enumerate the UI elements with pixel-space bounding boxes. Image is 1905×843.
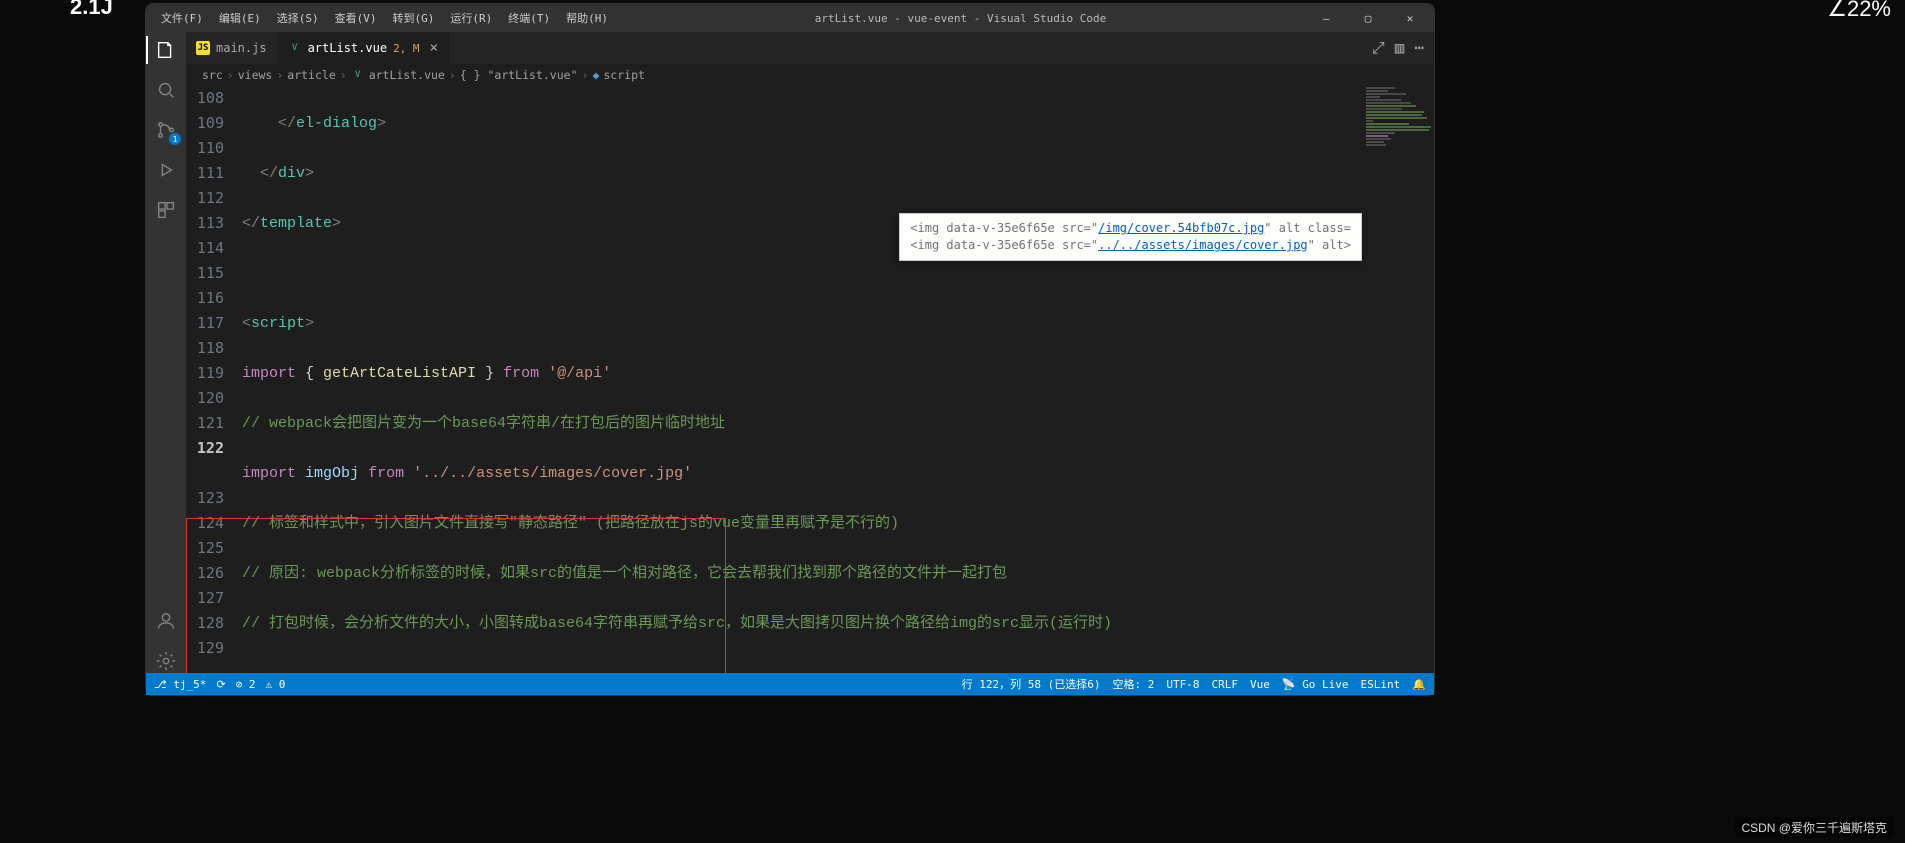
notifications-icon[interactable]: 🔔 [1412, 678, 1426, 691]
crumb-scope[interactable]: { } "artList.vue" [460, 68, 578, 82]
menu-view[interactable]: 查看(V) [328, 6, 384, 30]
eol[interactable]: CRLF [1211, 678, 1238, 691]
explorer-icon[interactable] [154, 38, 178, 62]
battery-overlay: ∠22% [1827, 0, 1891, 22]
tab-artlist[interactable]: V artList.vue 2, M × [278, 32, 449, 64]
tab-label: artList.vue [308, 41, 387, 55]
split-icon[interactable]: ▥ [1395, 38, 1405, 58]
vue-file-icon: V [351, 68, 365, 82]
crumb-views[interactable]: views [238, 68, 273, 82]
menu-file[interactable]: 文件(F) [154, 6, 210, 30]
tab-modified-badge: 2, M [393, 42, 420, 55]
tabs-row: JS main.js V artList.vue 2, M × ⤢ ▥ ⋯ [186, 32, 1434, 64]
window-controls: — ▢ ✕ [1306, 8, 1434, 29]
account-icon[interactable] [154, 609, 178, 633]
csdn-watermark: CSDN @爱你三千遍斯塔克 [1735, 817, 1893, 838]
warnings-count[interactable]: ⚠ 0 [266, 678, 286, 691]
compare-icon[interactable]: ⤢ [1372, 38, 1385, 58]
menu-go[interactable]: 转到(G) [386, 6, 442, 30]
scm-badge: 1 [169, 133, 181, 145]
titlebar: 文件(F) 编辑(E) 选择(S) 查看(V) 转到(G) 运行(R) 终端(T… [146, 4, 1434, 32]
crumb-file[interactable]: artList.vue [369, 68, 445, 82]
indent-info[interactable]: 空格: 2 [1112, 676, 1154, 692]
crumb-src[interactable]: src [202, 68, 223, 82]
maximize-button[interactable]: ▢ [1348, 8, 1388, 29]
menu-selection[interactable]: 选择(S) [270, 6, 326, 30]
statusbar: ⎇ tj_5* ⟳ ⊘ 2 ⚠ 0 行 122，列 58 (已选择6) 空格: … [146, 673, 1434, 695]
window-title: artList.vue - vue-event - Visual Studio … [615, 12, 1306, 25]
language-mode[interactable]: Vue [1250, 678, 1270, 691]
activitybar: 1 [146, 32, 186, 673]
line-numbers: 1081091101111121131141151161171181191201… [186, 86, 242, 673]
encoding[interactable]: UTF-8 [1166, 678, 1199, 691]
editor-area: JS main.js V artList.vue 2, M × ⤢ ▥ ⋯ [186, 32, 1434, 673]
extensions-icon[interactable] [154, 198, 178, 222]
minimize-button[interactable]: — [1306, 8, 1346, 29]
minimap[interactable] [1362, 86, 1434, 673]
errors-count[interactable]: ⊘ 2 [236, 678, 256, 691]
git-branch[interactable]: ⎇ tj_5* [154, 678, 206, 691]
close-button[interactable]: ✕ [1390, 8, 1430, 29]
crumb-script[interactable]: script [603, 68, 645, 82]
tab-mainjs[interactable]: JS main.js [186, 32, 278, 64]
search-icon[interactable] [154, 78, 178, 102]
menu-run[interactable]: 运行(R) [443, 6, 499, 30]
go-live[interactable]: 📡 Go Live [1282, 678, 1349, 691]
hover-tooltip: <img data-v-35e6f65e src="/img/cover.54b… [899, 213, 1362, 261]
sync-icon[interactable]: ⟳ [216, 678, 225, 691]
code-content[interactable]: </el-dialog> </div> </template> <script>… [242, 86, 1434, 673]
code-viewport[interactable]: 1081091101111121131141151161171181191201… [186, 86, 1434, 673]
tab-label: main.js [216, 41, 267, 55]
crumb-article[interactable]: article [287, 68, 335, 82]
js-file-icon: JS [196, 41, 210, 55]
cursor-position[interactable]: 行 122，列 58 (已选择6) [962, 676, 1101, 692]
menu-edit[interactable]: 编辑(E) [212, 6, 268, 30]
clock-overlay: 2.1J [70, 0, 113, 20]
titlebar-menu: 文件(F) 编辑(E) 选择(S) 查看(V) 转到(G) 运行(R) 终端(T… [146, 6, 615, 30]
tab-close-icon[interactable]: × [430, 40, 438, 56]
breadcrumb[interactable]: src› views› article› V artList.vue› { } … [186, 64, 1434, 86]
eslint-status[interactable]: ESLint [1361, 678, 1401, 691]
vue-file-icon: V [288, 41, 302, 55]
more-icon[interactable]: ⋯ [1414, 38, 1424, 58]
desktop-background: 2.1J ∠22% CSDN @爱你三千遍斯塔克 文件(F) 编辑(E) 选择(… [0, 0, 1905, 843]
source-control-icon[interactable]: 1 [154, 118, 178, 142]
annotation-box [186, 518, 726, 673]
debug-icon[interactable] [154, 158, 178, 182]
menu-terminal[interactable]: 终端(T) [501, 6, 557, 30]
tabs-actions: ⤢ ▥ ⋯ [1372, 38, 1434, 58]
menu-help[interactable]: 帮助(H) [559, 6, 615, 30]
settings-icon[interactable] [154, 649, 178, 673]
